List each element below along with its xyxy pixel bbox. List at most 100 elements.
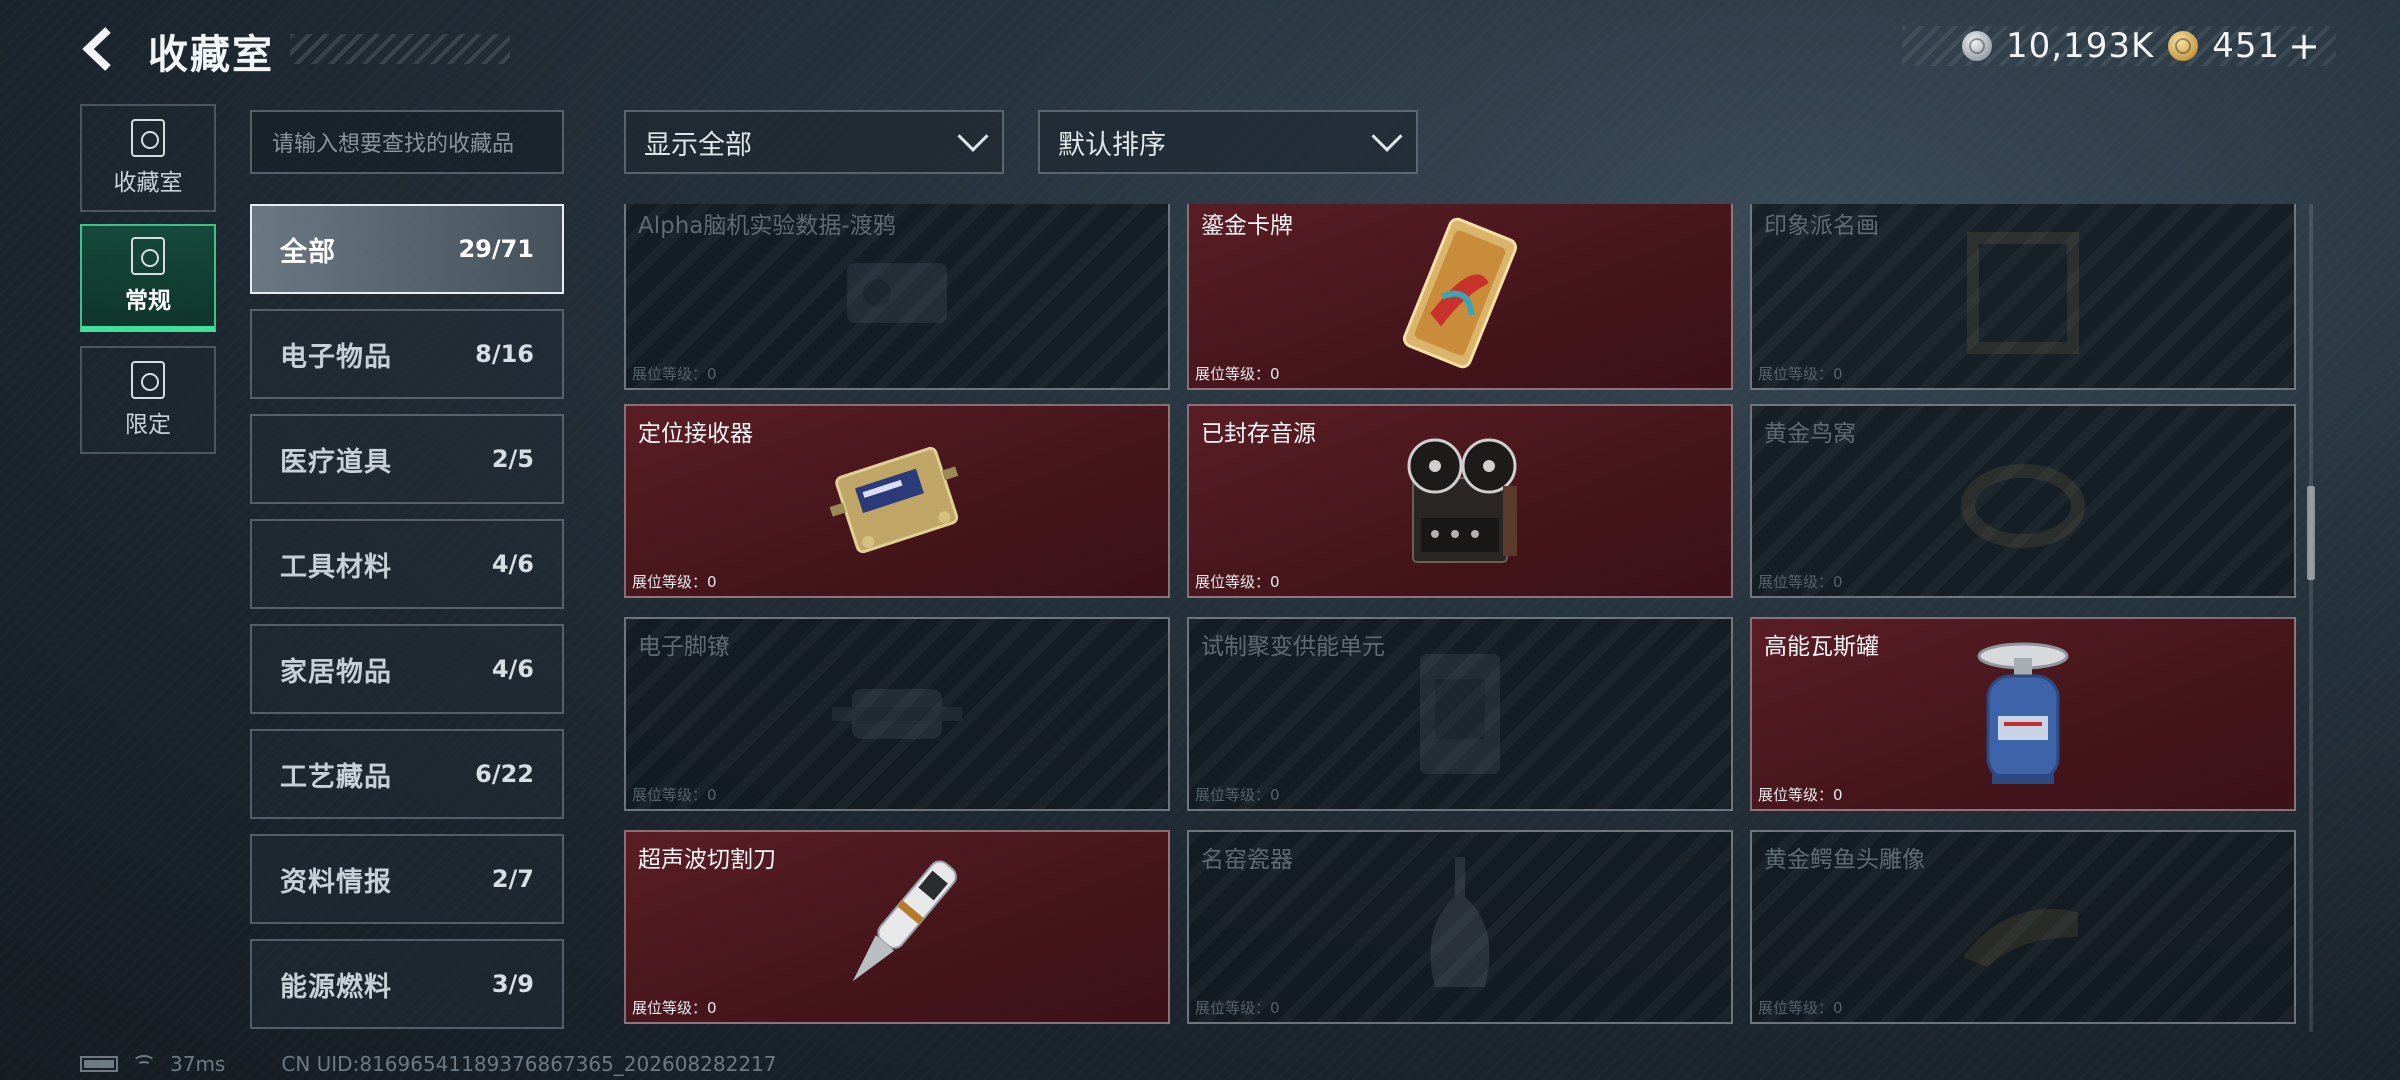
nav-item-limited[interactable]: 限定 [80,346,216,454]
collectible-name: 名窑瓷器 [1201,847,1293,873]
page-title: 收藏室 [148,32,274,78]
nav-label: 收藏室 [113,170,183,196]
booth-level: 展位等级：0 [1195,365,1280,383]
collectible-card[interactable]: 名窑瓷器 展位等级：0 [1187,830,1733,1024]
regular-icon [131,237,165,275]
category-count: 2/7 [491,865,534,893]
category-name: 电子物品 [280,341,392,373]
category-electronics[interactable]: 电子物品 8/16 [250,309,564,399]
collectible-card[interactable]: 已封存音源 展位等级：0 [1187,404,1733,598]
collectible-name: 印象派名画 [1764,213,1879,239]
booth-level: 展位等级：0 [1758,999,1843,1017]
data-drive-icon [847,263,947,323]
category-count: 8/16 [475,340,534,368]
collectible-name: 鎏金卡牌 [1201,213,1293,239]
collectible-card[interactable]: 黄金鳄鱼头雕像 展位等级：0 [1750,830,2296,1024]
nav-item-collection-room[interactable]: 收藏室 [80,104,216,212]
sort-value: 默认排序 [1058,129,1166,161]
collectible-name: Alpha脑机实验数据-渡鸦 [638,213,896,239]
collectible-name: 高能瓦斯罐 [1764,634,1879,660]
collection-room-icon [131,119,165,157]
category-count: 29/71 [458,235,534,263]
grid-scrollbar-track[interactable] [2309,204,2313,1032]
collectible-card[interactable]: 试制聚变供能单元 展位等级：0 [1187,617,1733,811]
category-count: 2/5 [491,445,534,473]
silver-coin-icon [1961,31,1992,61]
back-arrow-icon[interactable] [78,24,122,74]
status-footer: 37ms CN UID:8169654118937686736​5_202608… [80,1052,777,1076]
wifi-icon [132,1055,156,1073]
collectible-card[interactable]: 定位接收器 展位等级：0 [624,404,1170,598]
category-name: 医疗道具 [280,446,392,478]
collectible-card[interactable]: 鎏金卡牌 展位等级：0 [1187,204,1733,390]
category-name: 工具材料 [280,551,392,583]
category-medical[interactable]: 医疗道具 2/5 [250,414,564,504]
booth-level: 展位等级：0 [1195,999,1280,1017]
booth-level: 展位等级：0 [1758,365,1843,383]
category-name: 全部 [280,236,336,268]
reel-recorder-icon [1407,438,1517,563]
ping-value: 37ms [170,1052,226,1076]
add-currency-button[interactable]: + [2288,24,2320,68]
nav-item-regular[interactable]: 常规 [80,224,216,332]
collectible-card[interactable]: 电子脚镣 展位等级：0 [624,617,1170,811]
battery-icon [80,1056,118,1072]
porcelain-vase-icon [1430,857,1490,987]
category-name: 资料情报 [280,866,392,898]
painting-frame-icon [1967,232,2079,354]
category-tools[interactable]: 工具材料 4/6 [250,519,564,609]
ankle-monitor-icon [832,689,962,739]
collectible-card[interactable]: Alpha脑机实验数据-渡鸦 展位等级：0 [624,204,1170,390]
grid-scrollbar-thumb[interactable] [2307,486,2315,580]
gold-balance: 451 [2212,26,2281,66]
nav-label: 常规 [125,288,171,314]
collectible-name: 黄金鳄鱼头雕像 [1764,847,1925,873]
silver-balance: 10,193K [2005,26,2155,66]
category-intel[interactable]: 资料情报 2/7 [250,834,564,924]
nav-label: 限定 [125,412,171,438]
booth-level: 展位等级：0 [1195,573,1280,591]
sort-dropdown[interactable]: 默认排序 [1038,110,1418,174]
filter-dropdown[interactable]: 显示全部 [624,110,1004,174]
collectible-name: 定位接收器 [638,421,753,447]
title-decoration [290,34,510,64]
chevron-down-icon [1371,120,1403,152]
category-household[interactable]: 家居物品 4/6 [250,624,564,714]
category-crafts[interactable]: 工艺藏品 6/22 [250,729,564,819]
booth-level: 展位等级：0 [632,365,717,383]
collectible-card[interactable]: 超声波切割刀 展位等级：0 [624,830,1170,1024]
category-all[interactable]: 全部 29/71 [250,204,564,294]
collectibles-grid: Alpha脑机实验数据-渡鸦 展位等级：0 鎏金卡牌 展位等级：0 印象派名画 … [624,204,2296,1032]
gps-receiver-icon [829,446,959,554]
category-count: 3/9 [491,970,534,998]
search-input[interactable]: 请输入想要查找的收藏品 [250,110,564,174]
booth-level: 展位等级：0 [1758,573,1843,591]
category-name: 家居物品 [280,656,392,688]
category-name: 能源燃料 [280,971,392,1003]
collectible-card[interactable]: 黄金鸟窝 展位等级：0 [1750,404,2296,598]
golden-nest-icon [1961,464,2085,548]
gas-canister-icon [1977,642,2069,784]
filter-value: 显示全部 [644,129,752,161]
category-name: 工艺藏品 [280,761,392,793]
fusion-cell-icon [1420,654,1500,774]
collectible-name: 试制聚变供能单元 [1201,634,1385,660]
golden-croc-icon [1963,909,2078,967]
booth-level: 展位等级：0 [1195,786,1280,804]
collectible-name: 已封存音源 [1201,421,1316,447]
collectible-card[interactable]: 高能瓦斯罐 展位等级：0 [1750,617,2296,811]
category-fuel[interactable]: 能源燃料 3/9 [250,939,564,1029]
collectible-name: 超声波切割刀 [638,847,776,873]
collectible-card[interactable]: 印象派名画 展位等级：0 [1750,204,2296,390]
chevron-down-icon [957,120,989,152]
booth-level: 展位等级：0 [632,573,717,591]
gold-coin-icon [2168,31,2199,61]
uid-text: CN UID:8169654118937686736​5_20260828221… [281,1052,777,1076]
gilded-card-icon [1402,217,1518,369]
collectible-name: 黄金鸟窝 [1764,421,1856,447]
collectible-name: 电子脚镣 [638,634,730,660]
booth-level: 展位等级：0 [632,999,717,1017]
booth-level: 展位等级：0 [1758,786,1843,804]
category-count: 4/6 [491,655,534,683]
ultrasonic-knife-icon [852,860,957,982]
